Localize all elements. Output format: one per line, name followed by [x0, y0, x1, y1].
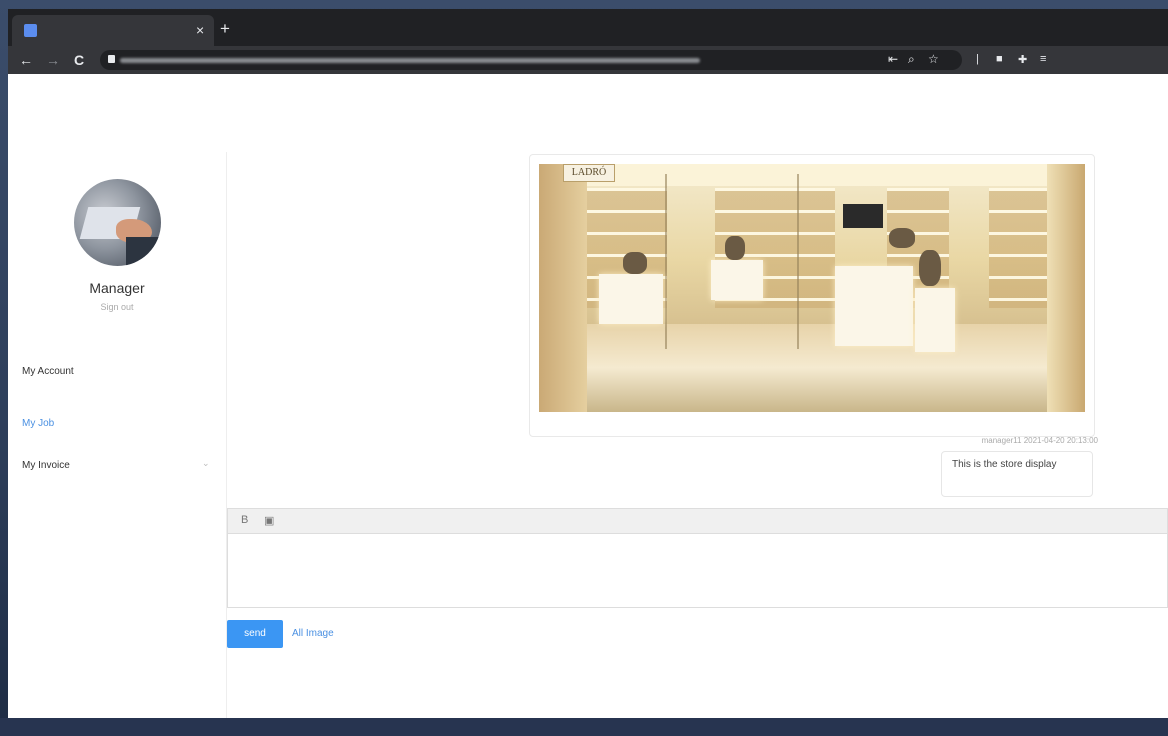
forward-icon[interactable]: → — [46, 51, 60, 69]
url-text-blurred — [120, 58, 700, 63]
browser-toolbar: ← → C ⇤ ⌕ ☆ | ■ ✚ ≡ — [8, 46, 1168, 74]
photo-left-wall — [539, 164, 587, 412]
extension-icon[interactable]: ■ — [996, 53, 1003, 65]
image-icon[interactable]: ▣ — [264, 514, 274, 527]
close-tab-icon[interactable]: × — [196, 21, 204, 39]
photo-right-wall — [1047, 164, 1085, 412]
browser-tab-strip: × + — [8, 9, 1168, 46]
sidebar-item-my-job[interactable]: My Job — [22, 418, 54, 429]
taskbar — [0, 718, 1168, 736]
divider-icon: | — [976, 53, 979, 65]
signout-link[interactable]: Sign out — [8, 302, 226, 312]
image-message-card: LADRÓ — [529, 154, 1095, 437]
bold-button[interactable]: B — [241, 514, 248, 526]
page-content: Manager Sign out My Account My Job My In… — [8, 74, 1168, 718]
photo-glass — [797, 174, 799, 349]
photo-figurine — [725, 236, 745, 260]
sidebar-item-my-invoice[interactable]: My Invoice — [22, 460, 70, 471]
new-tab-icon[interactable]: + — [220, 20, 230, 37]
key-icon[interactable]: ⇤ — [888, 52, 898, 66]
address-bar[interactable]: ⇤ ⌕ ☆ — [100, 50, 962, 70]
message-text: This is the store display — [952, 459, 1057, 470]
reload-icon[interactable]: C — [74, 51, 84, 69]
user-name: Manager — [89, 280, 145, 296]
puzzle-icon[interactable]: ✚ — [1018, 53, 1027, 66]
photo-floor — [539, 324, 1085, 412]
sidebar: Manager Sign out My Account My Job My In… — [8, 152, 227, 718]
photo-plinth — [599, 274, 663, 324]
star-icon[interactable]: ☆ — [928, 52, 939, 66]
playlist-icon[interactable]: ≡ — [1040, 53, 1046, 65]
browser-tab[interactable]: × — [12, 15, 214, 46]
zoom-icon[interactable]: ⌕ — [908, 52, 915, 67]
photo-figurine — [623, 252, 647, 274]
all-image-link[interactable]: All Image — [292, 628, 334, 639]
photo-shelf — [989, 188, 1047, 308]
send-button[interactable]: send — [227, 620, 283, 648]
photo-plinth — [835, 266, 913, 346]
store-display-photo[interactable]: LADRÓ — [539, 164, 1085, 412]
photo-plinth — [915, 288, 955, 352]
message-meta: manager11 2021-04-20 20:13:00 — [981, 436, 1098, 445]
avatar-sleeve — [126, 237, 161, 266]
favicon-icon — [24, 24, 37, 37]
photo-plinth — [711, 260, 763, 300]
store-sign: LADRÓ — [563, 164, 615, 182]
photo-figurine — [889, 228, 915, 248]
message-bubble: This is the store display — [941, 451, 1093, 497]
sidebar-item-my-account[interactable]: My Account — [22, 366, 74, 377]
photo-screen — [843, 204, 883, 228]
photo-glass — [665, 174, 667, 349]
avatar — [74, 179, 161, 266]
lock-icon — [108, 55, 115, 63]
message-editor[interactable] — [227, 534, 1168, 608]
photo-ceiling — [539, 164, 1085, 186]
chevron-down-icon[interactable]: ⌄ — [202, 458, 210, 469]
back-icon[interactable]: ← — [19, 51, 33, 69]
photo-figurine — [919, 250, 941, 286]
editor-toolbar: B ▣ — [227, 508, 1168, 534]
